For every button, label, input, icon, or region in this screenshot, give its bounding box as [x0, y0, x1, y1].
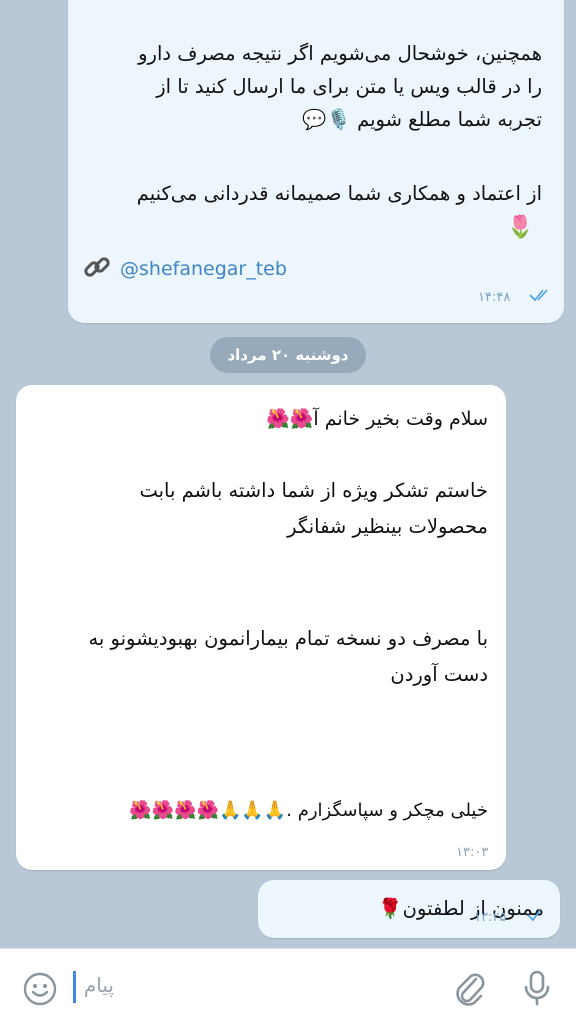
message-line: با مصرف دو نسخه تمام بیمارانمون بهبودیشو…	[88, 627, 488, 650]
chat-area[interactable]: همچنین، خوشحال می‌شویم اگر نتیجه مصرف دا…	[0, 0, 576, 948]
message-line: همچنین، خوشحال می‌شویم اگر نتیجه مصرف دا…	[138, 42, 542, 65]
message-line: محصولات بینظیر شفانگر	[287, 515, 488, 538]
emoji-icon[interactable]	[22, 971, 58, 1011]
message-bubble-incoming[interactable]: سلام وقت بخیر خانم آ🌺🌺 خاستم تشکر ویژه ا…	[16, 385, 506, 870]
message-line: خاستم تشکر ویژه از شما داشته باشم بابت	[139, 479, 488, 502]
message-line: تجربه شما مطلع شویم 🎙️💬	[302, 108, 542, 131]
message-time: ۱۴:۴۸	[478, 290, 511, 305]
message-time: ۱۳:۰۳	[456, 845, 489, 860]
channel-link-row[interactable]: @shefanegar_teb	[82, 252, 287, 286]
tulip-emoji: 🌷	[506, 215, 534, 240]
sent-tick-icon	[526, 908, 542, 926]
attach-icon[interactable]	[452, 969, 488, 1011]
message-line: سلام وقت بخیر خانم آ🌺🌺	[266, 408, 488, 430]
message-line: دست آوردن	[390, 663, 488, 686]
microphone-icon[interactable]	[522, 969, 552, 1011]
read-ticks-icon	[528, 288, 554, 306]
date-separator: دوشنبه ۲۰ مرداد	[210, 337, 366, 373]
link-icon	[82, 252, 112, 286]
message-line: از اعتماد و همکاری شما صمیمانه قدردانی م…	[136, 182, 542, 205]
channel-link[interactable]: @shefanegar_teb	[120, 258, 287, 280]
message-composer[interactable]: پیام	[0, 948, 576, 1025]
message-bubble-outgoing[interactable]: ممنون از لطفتون🌹 ۱۳:۲۵	[258, 880, 560, 938]
message-line: را در قالب ویس یا متن برای ما ارسال کنید…	[156, 75, 542, 98]
message-line: خیلی مچکر و سپاسگزارم .🙏🙏🙏🌺🌺🌺🌺	[129, 800, 488, 821]
message-time: ۱۳:۲۵	[474, 910, 507, 925]
message-input[interactable]: پیام	[84, 973, 114, 997]
text-caret	[73, 971, 76, 1003]
message-bubble-outgoing[interactable]: همچنین، خوشحال می‌شویم اگر نتیجه مصرف دا…	[68, 0, 564, 323]
